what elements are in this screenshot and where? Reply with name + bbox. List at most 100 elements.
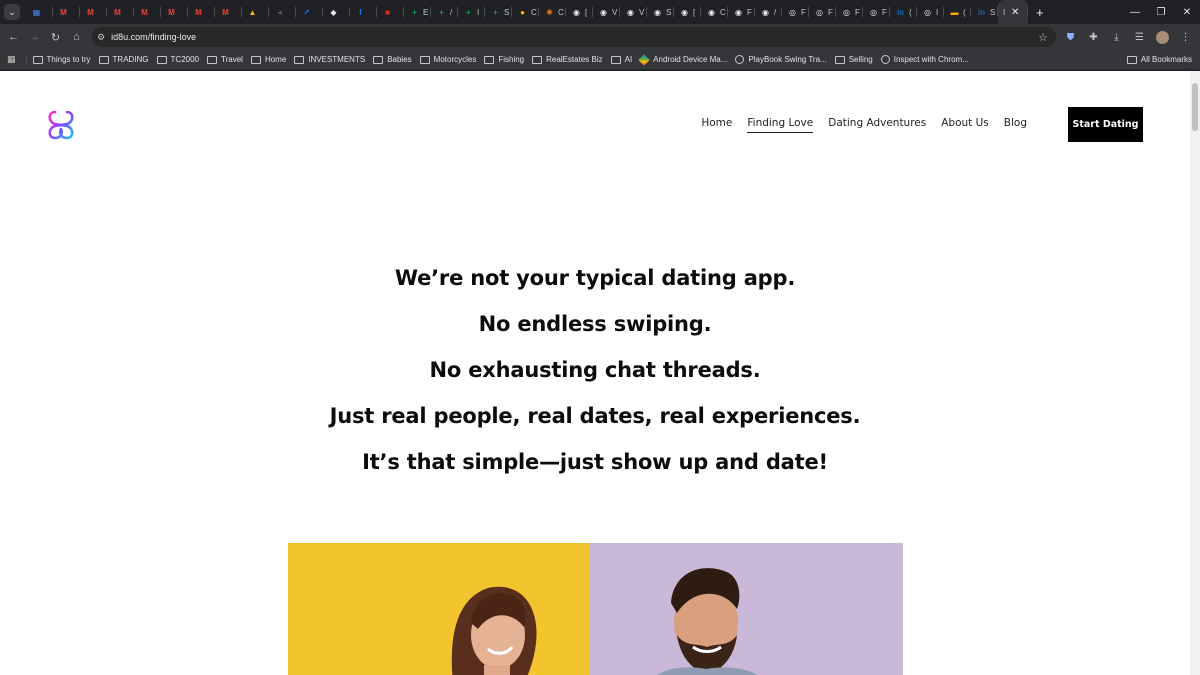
browser-tab[interactable]: ◉ V xyxy=(593,0,620,24)
bookmark-item[interactable]: AI xyxy=(610,55,632,64)
profile-avatar[interactable] xyxy=(1154,29,1171,46)
nav-link-blog[interactable]: Blog xyxy=(1004,117,1027,133)
browser-tab[interactable]: M xyxy=(215,0,242,24)
browser-tab[interactable]: ▲ xyxy=(242,0,269,24)
bookmark-item[interactable]: TC2000 xyxy=(156,55,199,64)
bookmark-item[interactable]: INVESTMENTS xyxy=(294,55,365,64)
apps-grid-icon[interactable]: ▦ xyxy=(7,54,16,65)
bookmark-item[interactable]: Travel xyxy=(207,55,243,64)
all-bookmarks-button[interactable]: All Bookmarks xyxy=(1126,55,1192,64)
bookmark-item[interactable]: TRADING xyxy=(98,55,149,64)
browser-tab[interactable]: ◎ F xyxy=(836,0,863,24)
tab-title: ( xyxy=(963,7,966,17)
bookmark-item[interactable]: Babies xyxy=(373,55,412,64)
close-tab-icon[interactable]: ✕ xyxy=(1011,7,1019,18)
site-logo[interactable] xyxy=(46,109,76,141)
start-dating-button[interactable]: Start Dating xyxy=(1068,107,1143,142)
browser-tab[interactable]: M xyxy=(80,0,107,24)
restore-button[interactable]: ❐ xyxy=(1148,0,1174,24)
browser-tab[interactable]: ◉[ xyxy=(566,0,593,24)
browser-tab[interactable]: + S xyxy=(485,0,512,24)
browser-tab[interactable]: ◉ F xyxy=(728,0,755,24)
site-info-icon[interactable]: ⚙ xyxy=(97,32,105,43)
browser-tab[interactable]: ✺ C xyxy=(539,0,566,24)
browser-tab[interactable]: f xyxy=(350,0,377,24)
reading-list-icon[interactable]: ☰ xyxy=(1131,29,1148,46)
browser-tab[interactable]: ◎ I xyxy=(917,0,944,24)
bookmark-item[interactable]: Home xyxy=(250,55,286,64)
browser-tab[interactable]: ● C xyxy=(512,0,539,24)
browser-tab[interactable]: M xyxy=(161,0,188,24)
browser-tab[interactable]: in S xyxy=(971,0,998,24)
bookmark-item[interactable]: Android Device Ma... xyxy=(638,53,728,66)
window-controls: — ❐ ✕ xyxy=(1122,0,1200,24)
new-tab-button[interactable]: + xyxy=(1036,5,1044,20)
bitwarden-extension-icon[interactable]: ⛊ xyxy=(1062,29,1079,46)
bookmark-item[interactable]: Selling xyxy=(834,55,873,64)
url-text[interactable]: id8u.com/finding-love xyxy=(111,32,196,42)
browser-tab[interactable]: in ( xyxy=(890,0,917,24)
bookmark-star-icon[interactable]: ☆ xyxy=(1038,31,1048,44)
browser-tab[interactable]: + E xyxy=(404,0,431,24)
browser-tab[interactable]: ◎ F xyxy=(809,0,836,24)
browser-tab[interactable]: ↗ xyxy=(296,0,323,24)
bookmark-item[interactable]: PlayBook Swing Tra... xyxy=(735,55,827,64)
browser-tab[interactable]: ■ xyxy=(377,0,404,24)
nav-link-finding-love[interactable]: Finding Love xyxy=(747,117,814,133)
bookmark-label: RealEstates Biz xyxy=(546,55,603,64)
github-icon: ◉ xyxy=(654,7,661,17)
browser-tab[interactable]: + I xyxy=(458,0,485,24)
extensions-icon[interactable]: ✚ xyxy=(1085,29,1102,46)
bookmark-item[interactable]: Inspect with Chrom... xyxy=(880,55,969,64)
nav-link-about-us[interactable]: About Us xyxy=(941,117,989,133)
browser-tab[interactable]: ◉ / xyxy=(755,0,782,24)
forward-button[interactable]: → xyxy=(24,27,45,47)
browser-tab[interactable]: M xyxy=(134,0,161,24)
reload-button[interactable]: ↻ xyxy=(45,27,66,47)
scrollbar-thumb[interactable] xyxy=(1192,83,1198,131)
browser-tab[interactable]: + / xyxy=(431,0,458,24)
github-icon: ◉ xyxy=(627,7,634,17)
tab-title: S xyxy=(666,7,672,17)
bookmark-label: Android Device Ma... xyxy=(653,55,728,64)
minimize-button[interactable]: — xyxy=(1122,0,1148,24)
bookmark-item[interactable]: Motorcycles xyxy=(419,55,476,64)
sheets-icon: + xyxy=(466,7,471,17)
gmail-icon: M xyxy=(168,7,175,17)
home-button[interactable]: ⌂ xyxy=(66,27,87,47)
github-icon: ◉ xyxy=(735,7,742,17)
browser-tab[interactable]: ▬( xyxy=(944,0,971,24)
bookmark-item[interactable]: Things to try xyxy=(32,55,91,64)
nav-link-dating-adventures[interactable]: Dating Adventures xyxy=(828,117,926,133)
tab-title: S xyxy=(990,7,996,17)
page-scrollbar[interactable] xyxy=(1190,71,1200,675)
browser-tab[interactable]: M xyxy=(188,0,215,24)
address-bar[interactable]: ⚙ id8u.com/finding-love ☆ xyxy=(92,27,1056,47)
browser-tab[interactable]: ◉ S xyxy=(647,0,674,24)
browser-tab[interactable]: ◉[ xyxy=(674,0,701,24)
browser-tab[interactable]: ▦ xyxy=(26,0,53,24)
nav-link-home[interactable]: Home xyxy=(701,117,732,133)
globe-icon xyxy=(735,55,745,64)
active-tab[interactable]: I ✕ xyxy=(998,0,1028,24)
bookmark-label: PlayBook Swing Tra... xyxy=(748,55,827,64)
browser-tab[interactable]: ◎ F xyxy=(782,0,809,24)
browser-tab[interactable]: ◎ F xyxy=(863,0,890,24)
browser-tab[interactable]: M xyxy=(107,0,134,24)
browser-tab[interactable]: ◉ V xyxy=(620,0,647,24)
tab-search-chevron-icon[interactable]: ⌄ xyxy=(4,4,20,20)
close-window-button[interactable]: ✕ xyxy=(1174,0,1200,24)
bookmark-item[interactable]: RealEstates Biz xyxy=(532,55,603,64)
tab-strip: ⌄ ▦ M M M M M M M ▲ ◂ ↗ ◆ f ■ + E + / + I + S ● C ✺ C ◉[◉ V ◉ V ◉ S ◉[◉ C… xyxy=(0,0,1200,24)
browser-tab[interactable]: ◆ xyxy=(323,0,350,24)
browser-tab[interactable]: ◉ C xyxy=(701,0,728,24)
menu-kebab-icon[interactable]: ⋮ xyxy=(1177,29,1194,46)
bookmark-item[interactable]: Fishing xyxy=(484,55,524,64)
linkedin-icon: in xyxy=(896,7,905,17)
downloads-icon[interactable]: ⤓ xyxy=(1108,29,1125,46)
hero-image-right-panel xyxy=(589,543,903,675)
browser-tab[interactable]: M xyxy=(53,0,80,24)
browser-tab[interactable]: ◂ xyxy=(269,0,296,24)
toolbar-actions: ⛊ ✚ ⤓ ☰ ⋮ xyxy=(1062,27,1194,47)
back-button[interactable]: ← xyxy=(3,27,24,47)
